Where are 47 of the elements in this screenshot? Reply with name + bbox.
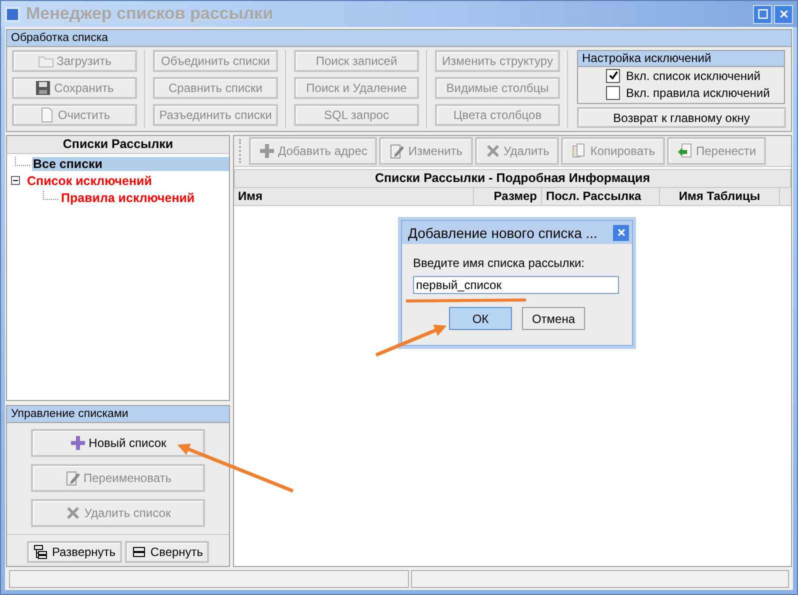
annotation-arrow — [375, 324, 447, 357]
tb-button[interactable]: Развернуть — [26, 541, 122, 563]
table-title: Списки Рассылки - Подробная Информация — [234, 169, 791, 188]
copy-icon — [571, 143, 588, 159]
panel-header: Управление списками — [7, 406, 229, 423]
box-header: Настройка исключений — [578, 51, 784, 67]
tree-expand-icon — [32, 544, 49, 560]
close-button[interactable] — [774, 4, 793, 24]
delete-icon — [65, 505, 82, 521]
dialog-button[interactable]: ОК — [449, 307, 512, 330]
name-input-field[interactable]: первый_список — [413, 276, 619, 294]
tree-header: Списки Рассылки — [7, 136, 229, 154]
checkbox[interactable] — [606, 68, 620, 82]
checkbox-label: Вкл. правила исключений — [626, 86, 770, 100]
column-header[interactable]: Имя — [234, 188, 474, 205]
app-icon — [5, 6, 20, 22]
maximize-icon — [758, 9, 768, 19]
dialog-title: Добавление нового списка ... — [408, 224, 598, 240]
ret-button[interactable]: Возврат к главному окну — [577, 107, 786, 128]
tree-item[interactable]: Список исключений — [26, 174, 229, 188]
plus-icon — [70, 435, 86, 451]
collapse-toggle[interactable] — [11, 176, 20, 185]
panel-header: Обработка списка — [7, 30, 791, 47]
column-header[interactable]: Посл. Рассылка — [542, 188, 660, 205]
checkbox-label: Вкл. список исключений — [626, 68, 760, 82]
window-title: Менеджер списков рассылки — [26, 4, 274, 24]
column-header[interactable]: Имя Таблицы — [660, 188, 780, 205]
tb-button[interactable]: Свернуть — [125, 541, 210, 563]
tree-item[interactable]: Правила исключений — [60, 190, 229, 204]
tree-collapse-icon — [131, 544, 148, 560]
mg-button[interactable]: Новый список — [31, 429, 205, 457]
delete-icon — [484, 143, 501, 159]
close-button[interactable] — [613, 224, 629, 240]
pencil-note-icon — [389, 143, 406, 159]
tree-item[interactable]: Все списки — [32, 156, 229, 170]
checkbox[interactable] — [606, 86, 620, 100]
pencil-note-icon — [64, 470, 80, 486]
prompt-label: Введите имя списка рассылки: — [413, 256, 586, 270]
column-header[interactable]: Размер — [474, 188, 542, 205]
toolbar-grip[interactable] — [239, 139, 244, 163]
document-icon — [38, 107, 55, 123]
close-icon — [778, 9, 788, 19]
close-icon — [616, 228, 626, 237]
dialog-button[interactable]: Отмена — [522, 307, 585, 330]
maximize-button[interactable] — [753, 4, 772, 24]
move-document-icon — [676, 143, 693, 159]
plus-icon — [259, 143, 275, 159]
